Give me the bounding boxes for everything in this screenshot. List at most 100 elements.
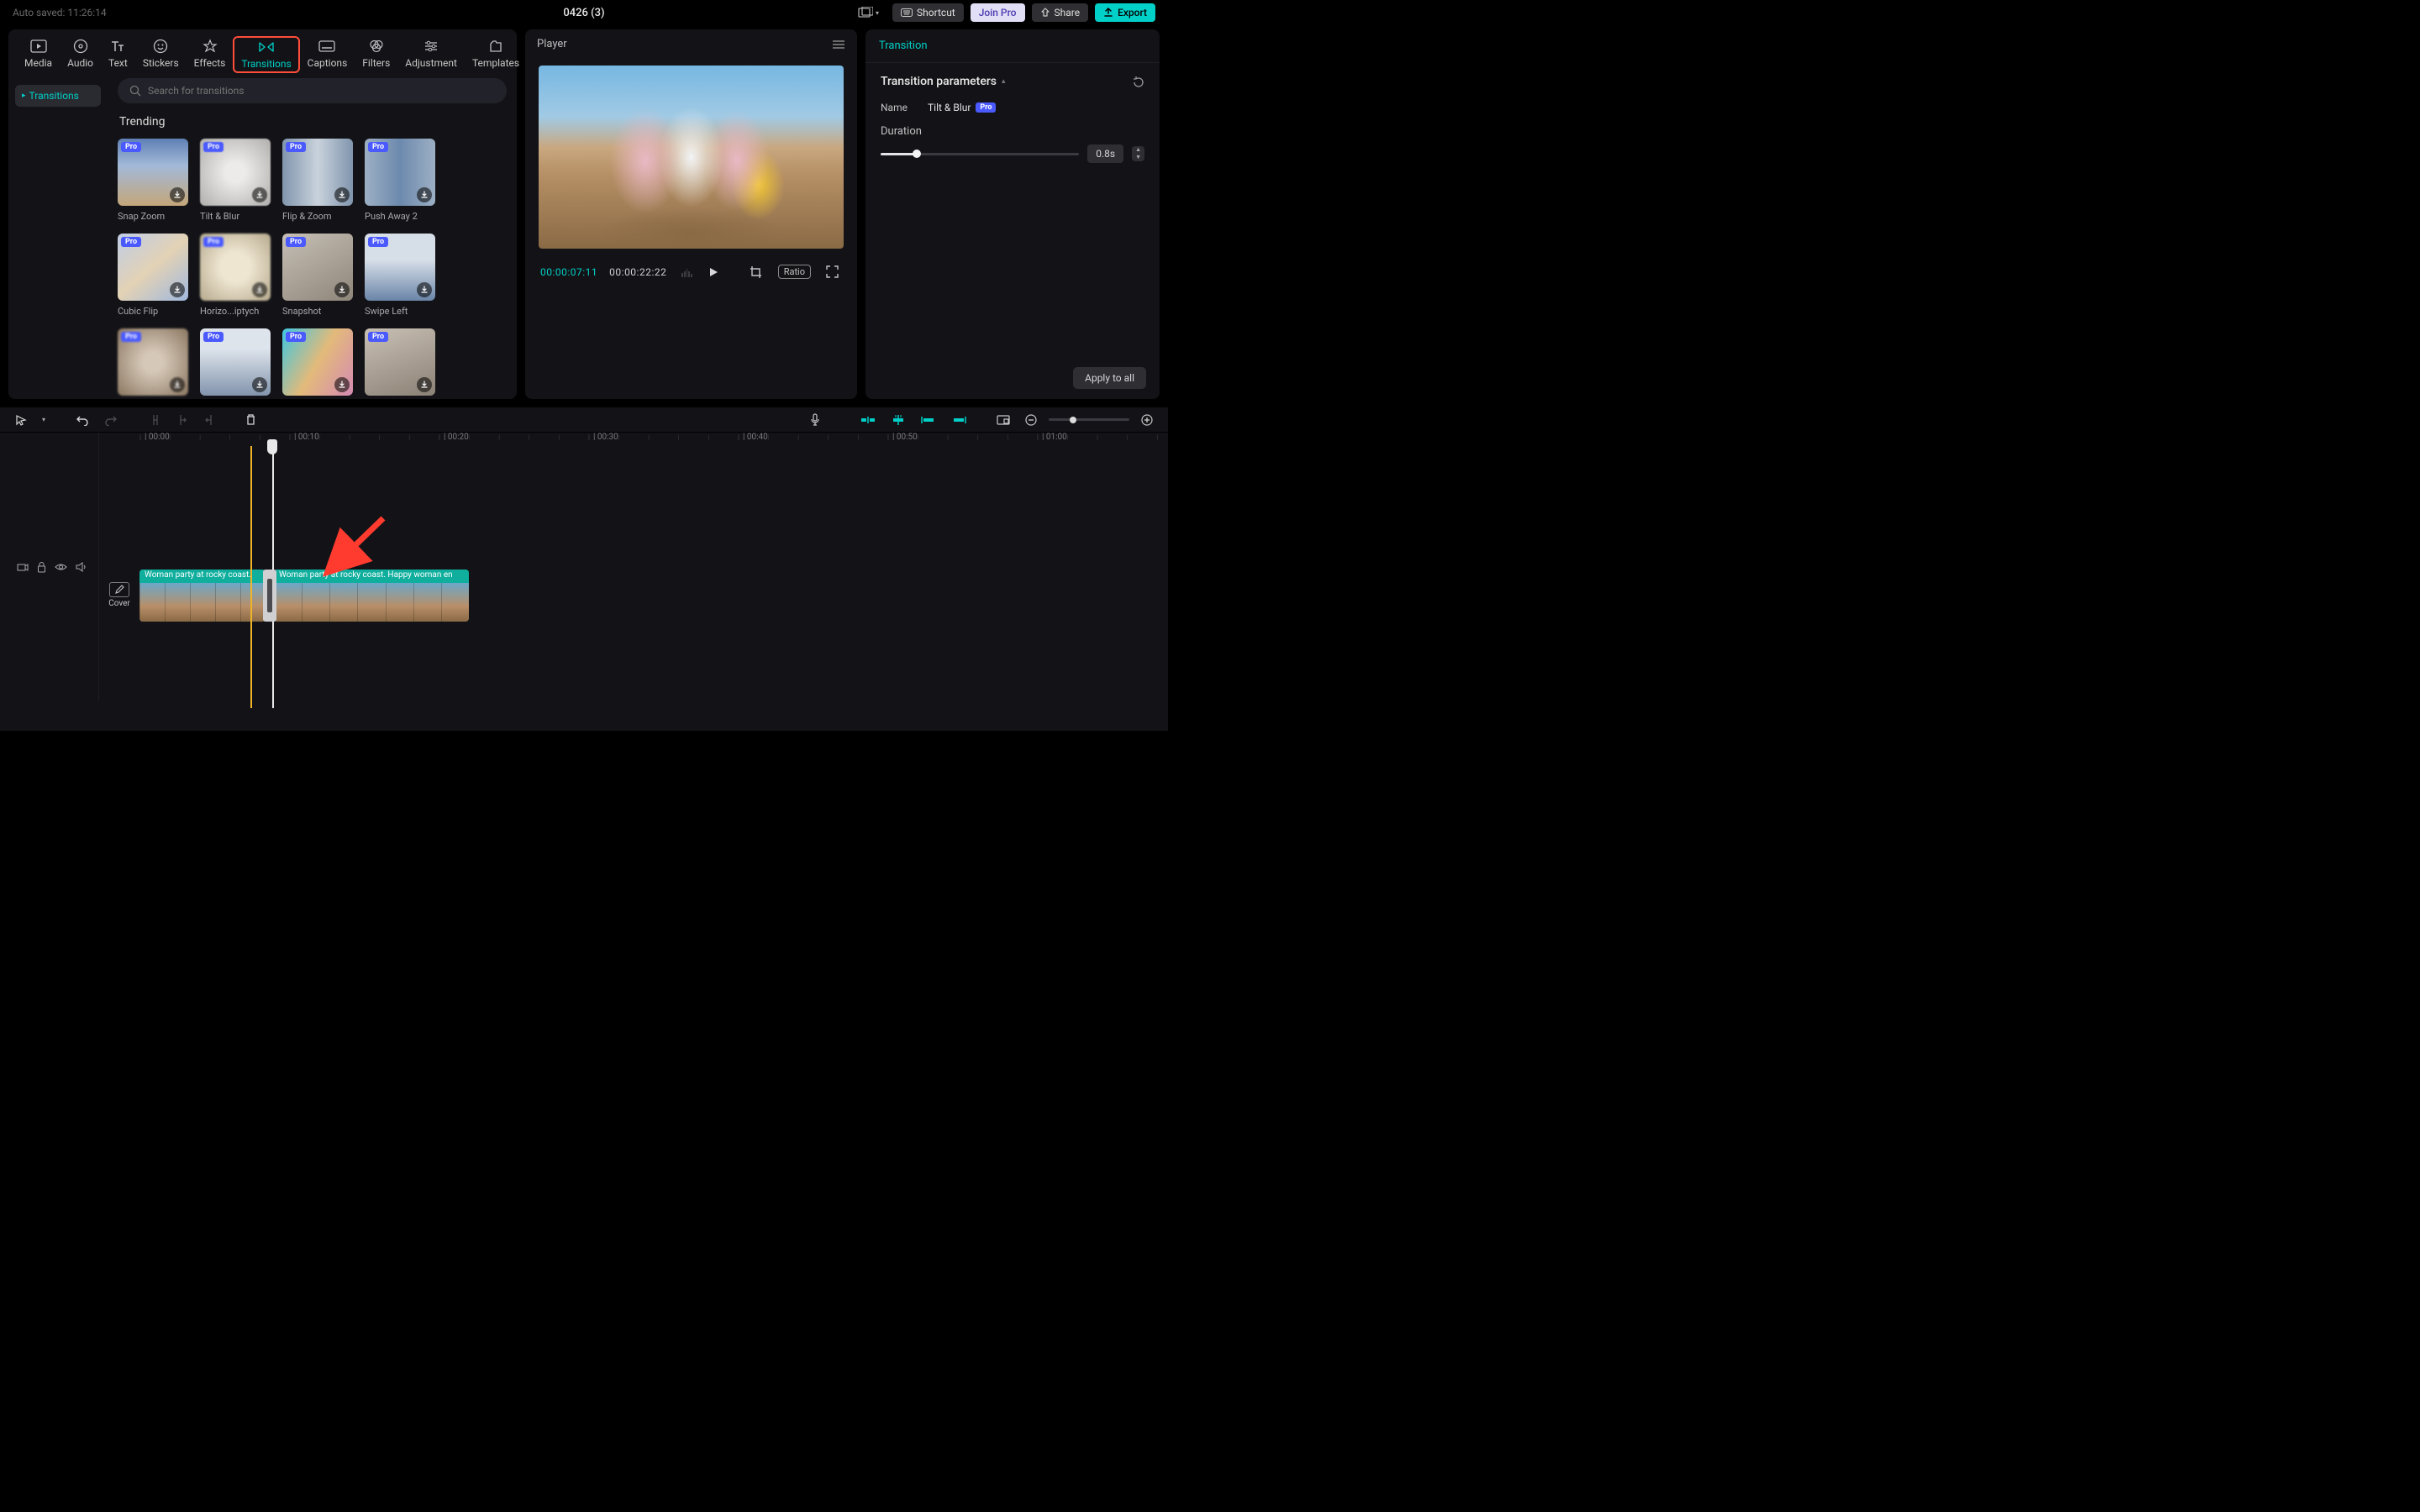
tab-stickers[interactable]: Stickers (135, 36, 187, 73)
tool-dropdown[interactable]: ▾ (39, 414, 49, 425)
pro-badge: Pro (286, 332, 306, 342)
transition-thumb[interactable]: ProCubic Flip (118, 234, 188, 317)
download-icon[interactable] (170, 282, 185, 297)
redo-button[interactable] (101, 412, 121, 428)
transition-thumb[interactable]: Pro (282, 328, 353, 399)
undo-button[interactable] (72, 412, 92, 428)
pro-badge: Pro (203, 237, 224, 247)
tab-filters[interactable]: Filters (355, 36, 397, 73)
duration-label: Duration (881, 125, 928, 138)
transition-thumb[interactable]: ProSnapshot (282, 234, 353, 317)
delete-tool[interactable] (242, 412, 260, 428)
fullscreen-icon[interactable] (823, 264, 842, 280)
aspect-menu-icon[interactable]: ▾ (851, 3, 886, 22)
transition-marker[interactable] (263, 570, 276, 622)
clip-1-label: Woman party at rocky coast. (139, 570, 266, 583)
ruler-tick: | 00:10 (289, 433, 319, 442)
join-pro-button[interactable]: Join Pro (971, 3, 1025, 22)
track-visibility-icon[interactable] (55, 563, 67, 571)
transitions-icon (257, 39, 276, 55)
transition-thumb[interactable]: Pro (200, 328, 271, 399)
transition-thumb[interactable]: Pro (118, 328, 188, 399)
transition-thumb[interactable]: ProSwipe Left (365, 234, 435, 317)
play-button[interactable] (704, 265, 723, 280)
text-icon (108, 39, 127, 54)
props-section-title: Transition parameters (881, 75, 997, 88)
snap-tool-1[interactable] (857, 413, 879, 427)
ratio-button[interactable]: Ratio (778, 265, 811, 279)
trim-left-tool[interactable] (173, 412, 192, 428)
trim-right-tool[interactable] (200, 412, 218, 428)
transition-thumb[interactable]: ProFlip & Zoom (282, 139, 353, 222)
download-icon[interactable] (170, 377, 185, 392)
snap-tool-2[interactable] (887, 412, 909, 428)
duration-value[interactable]: 0.8s (1087, 144, 1123, 163)
tab-transitions[interactable]: Transitions (233, 36, 299, 73)
download-icon[interactable] (252, 377, 267, 392)
download-icon[interactable] (334, 377, 350, 392)
download-icon[interactable] (252, 282, 267, 297)
preview-window-icon[interactable] (993, 413, 1013, 427)
props-tab-transition[interactable]: Transition (865, 29, 1160, 63)
tab-adjustment[interactable]: Adjustment (397, 36, 465, 73)
track-marker-icon[interactable] (17, 562, 29, 572)
track-mute-icon[interactable] (76, 562, 87, 572)
duration-slider[interactable] (881, 153, 1079, 155)
apply-all-button[interactable]: Apply to all (1073, 367, 1146, 389)
thumb-label: Horizo...iptych (200, 306, 271, 317)
transition-thumb[interactable]: Pro Horizo...iptych (200, 234, 271, 317)
transition-thumb[interactable]: ProSnap Zoom (118, 139, 188, 222)
mic-icon[interactable] (807, 412, 823, 428)
transition-thumb[interactable]: ProPush Away 2 (365, 139, 435, 222)
player-panel: Player 00:00:07:11 00:00:22:22 Ratio (525, 29, 857, 399)
search-input-wrap[interactable] (118, 78, 507, 103)
zoom-in-icon[interactable] (1138, 412, 1156, 428)
shortcut-button[interactable]: Shortcut (892, 3, 964, 22)
media-icon (29, 39, 48, 54)
pro-badge: Pro (976, 102, 996, 113)
tab-media[interactable]: Media (17, 36, 60, 73)
preview-viewport[interactable] (539, 66, 844, 249)
download-icon[interactable] (334, 187, 350, 202)
tab-captions[interactable]: Captions (300, 36, 355, 73)
download-icon[interactable] (170, 187, 185, 202)
reset-icon[interactable] (1132, 76, 1144, 88)
timeline-tracks[interactable]: Cover Woman party at rocky coast. Woman … (99, 448, 1168, 708)
pro-badge: Pro (203, 142, 224, 152)
transition-thumb[interactable]: Pro (365, 328, 435, 399)
ruler-tick: | 00:20 (439, 433, 469, 442)
thumb-label: Push Away 2 (365, 211, 435, 222)
search-input[interactable] (148, 85, 495, 97)
tab-text[interactable]: Text (101, 36, 135, 73)
download-icon[interactable] (417, 187, 432, 202)
audio-levels-icon (681, 267, 692, 277)
snap-tool-4[interactable] (948, 413, 970, 427)
download-icon[interactable] (417, 377, 432, 392)
collapse-icon[interactable]: ▴ (1002, 77, 1006, 86)
selection-tool[interactable] (12, 412, 30, 428)
snap-tool-3[interactable] (918, 413, 939, 427)
transition-thumb[interactable]: ProTilt & Blur (200, 139, 271, 222)
export-button[interactable]: Export (1095, 3, 1155, 22)
download-icon[interactable] (252, 187, 267, 202)
zoom-slider[interactable] (1049, 418, 1129, 421)
tab-templates[interactable]: Templates (465, 36, 527, 73)
search-icon (129, 85, 141, 97)
clip-1[interactable]: Woman party at rocky coast. (139, 570, 266, 622)
captions-icon (318, 39, 336, 54)
playhead-knob[interactable] (267, 439, 277, 454)
sidebar-item-transitions[interactable]: Transitions (15, 85, 101, 107)
download-icon[interactable] (417, 282, 432, 297)
zoom-out-icon[interactable] (1022, 412, 1040, 428)
name-label: Name (881, 102, 928, 113)
share-button[interactable]: Share (1032, 3, 1089, 22)
crop-icon[interactable] (746, 264, 766, 281)
split-tool[interactable] (146, 412, 165, 428)
download-icon[interactable] (334, 282, 350, 297)
tab-effects[interactable]: Effects (187, 36, 234, 73)
tab-audio[interactable]: Audio (60, 36, 101, 73)
player-menu-icon[interactable] (832, 39, 845, 50)
track-lock-icon[interactable] (37, 562, 46, 573)
duration-stepper[interactable]: ▲▼ (1132, 146, 1144, 161)
cover-button[interactable]: Cover (104, 582, 134, 608)
